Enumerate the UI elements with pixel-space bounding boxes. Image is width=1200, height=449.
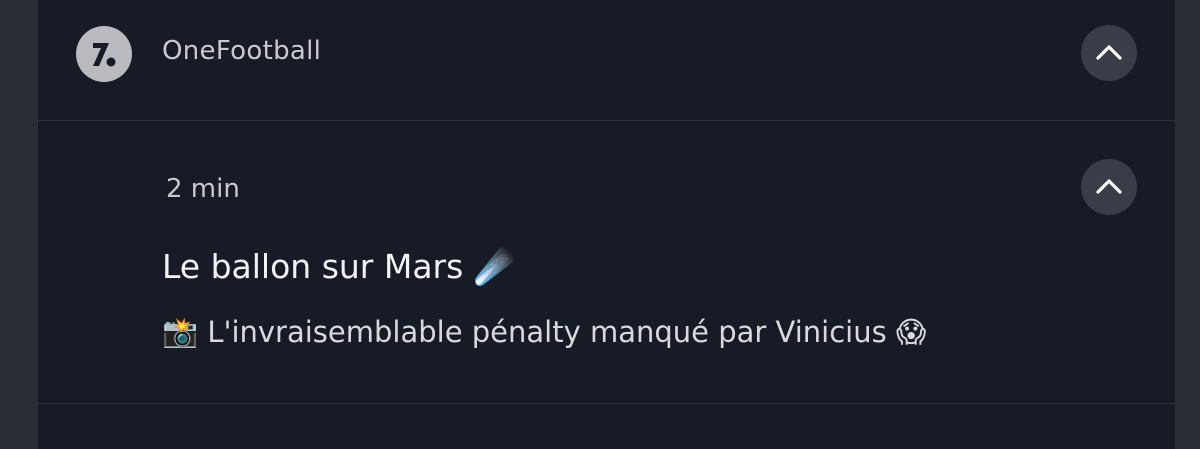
app-name: OneFootball: [162, 36, 322, 66]
chevron-up-icon: [1096, 179, 1122, 194]
notification-body: 📸 L'invraisemblable pénalty manqué par V…: [162, 315, 927, 349]
app-header[interactable]: OneFootball: [38, 0, 1175, 121]
notification-item[interactable]: 2 min Le ballon sur Mars ☄️ 📸 L'invraise…: [38, 121, 1175, 404]
collapse-notification-button[interactable]: [1081, 159, 1137, 215]
notification-title: Le ballon sur Mars ☄️: [162, 247, 515, 286]
onefootball-logo-icon: [76, 26, 132, 82]
notification-time: 2 min: [166, 174, 240, 204]
chevron-up-icon: [1096, 45, 1122, 60]
notification-panel: OneFootball 2 min Le ballon sur Mars ☄️ …: [38, 0, 1175, 449]
collapse-group-button[interactable]: [1081, 25, 1137, 81]
